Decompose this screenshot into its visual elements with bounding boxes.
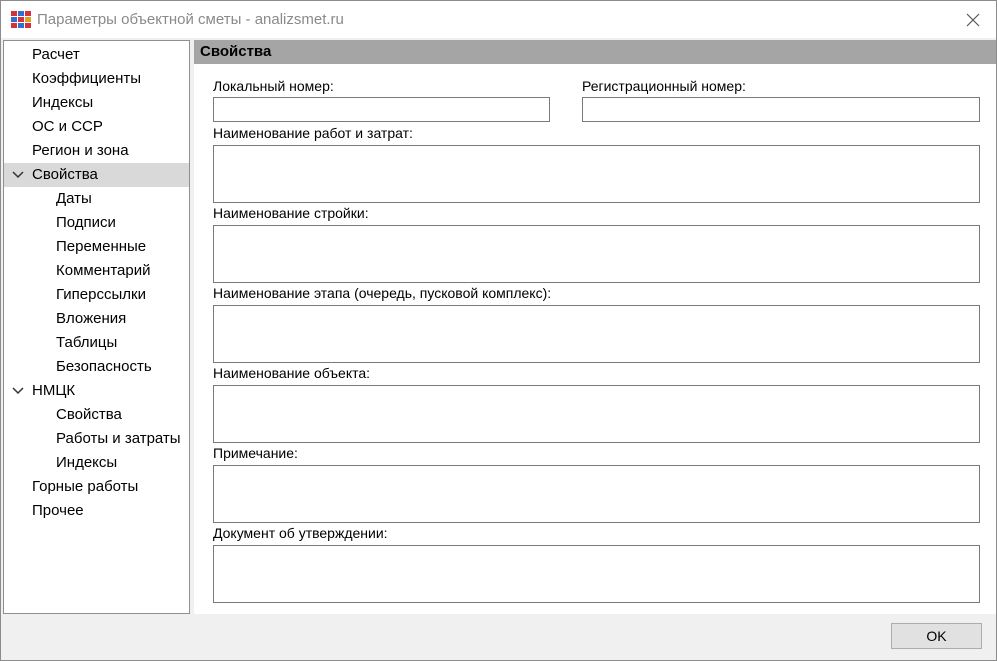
tree-item-label: Гиперссылки	[56, 286, 146, 303]
properties-panel: Свойства Локальный номер: Регистрационны…	[194, 40, 996, 614]
close-button[interactable]	[950, 1, 996, 38]
tree-item-comment[interactable]: Комментарий	[4, 259, 189, 283]
tree-item-label: Подписи	[56, 214, 116, 231]
tree-item-nmck-properties[interactable]: Свойства	[4, 403, 189, 427]
tree-item-signatures[interactable]: Подписи	[4, 211, 189, 235]
tree-item-label: Индексы	[56, 454, 118, 471]
tree-item-label: Даты	[56, 190, 92, 207]
tree-item-region-zone[interactable]: Регион и зона	[4, 139, 189, 163]
tree-item-label: Комментарий	[56, 262, 151, 279]
construction-name-label: Наименование стройки:	[213, 205, 369, 221]
title-bar[interactable]: Параметры объектной сметы - analizsmet.r…	[1, 1, 996, 38]
tree-item-label: Регион и зона	[32, 142, 129, 159]
chevron-down-icon[interactable]	[12, 170, 24, 180]
tree-item-label: Коэффициенты	[32, 70, 142, 87]
object-name-label: Наименование объекта:	[213, 365, 371, 381]
tree-item-properties[interactable]: Свойства	[4, 163, 189, 187]
tree-item-label: Горные работы	[32, 478, 139, 495]
tree-item-label: Работы и затраты	[56, 430, 181, 447]
tree-item-label: Индексы	[32, 94, 94, 111]
tree-item-label: Переменные	[56, 238, 147, 255]
note-field[interactable]	[213, 465, 980, 523]
tree-item-dates[interactable]: Даты	[4, 187, 189, 211]
note-label: Примечание:	[213, 445, 298, 461]
tree-item-nmck[interactable]: НМЦК	[4, 379, 189, 403]
tree-item-label: Расчет	[32, 46, 80, 63]
navigation-tree[interactable]: Расчет Коэффициенты Индексы ОС и ССР Рег…	[3, 40, 190, 614]
local-number-input[interactable]	[213, 97, 550, 122]
tree-item-label: Вложения	[56, 310, 127, 327]
tree-item-raschet[interactable]: Расчет	[4, 43, 189, 67]
panel-header: Свойства	[194, 40, 996, 64]
ok-button[interactable]: OK	[891, 623, 982, 649]
construction-name-field[interactable]	[213, 225, 980, 283]
tree-item-label: ОС и ССР	[32, 118, 103, 135]
work-name-field[interactable]	[213, 145, 980, 203]
tree-item-security[interactable]: Безопасность	[4, 355, 189, 379]
tree-item-mining[interactable]: Горные работы	[4, 475, 189, 499]
tree-item-hyperlinks[interactable]: Гиперссылки	[4, 283, 189, 307]
reg-number-input[interactable]	[582, 97, 980, 122]
work-name-label: Наименование работ и затрат:	[213, 125, 413, 141]
tree-item-label: Прочее	[32, 502, 84, 519]
panel-title: Свойства	[200, 43, 272, 60]
local-number-label: Локальный номер:	[213, 78, 334, 94]
tree-item-label: НМЦК	[32, 382, 76, 399]
stage-name-label: Наименование этапа (очередь, пусковой ко…	[213, 285, 552, 301]
tree-item-os-ssr[interactable]: ОС и ССР	[4, 115, 189, 139]
tree-item-variables[interactable]: Переменные	[4, 235, 189, 259]
approval-doc-field[interactable]	[213, 545, 980, 603]
app-icon	[11, 11, 31, 28]
object-name-field[interactable]	[213, 385, 980, 443]
tree-item-coefficients[interactable]: Коэффициенты	[4, 67, 189, 91]
tree-item-tables[interactable]: Таблицы	[4, 331, 189, 355]
approval-doc-label: Документ об утверждении:	[213, 525, 388, 541]
reg-number-label: Регистрационный номер:	[582, 78, 746, 94]
tree-item-attachments[interactable]: Вложения	[4, 307, 189, 331]
close-icon	[966, 13, 980, 26]
tree-item-label: Свойства	[56, 406, 122, 423]
dialog-window: Параметры объектной сметы - analizsmet.r…	[0, 0, 997, 661]
tree-item-other[interactable]: Прочее	[4, 499, 189, 523]
chevron-down-icon[interactable]	[12, 386, 24, 396]
tree-item-label: Безопасность	[56, 358, 152, 375]
tree-item-label: Таблицы	[56, 334, 118, 351]
stage-name-field[interactable]	[213, 305, 980, 363]
tree-item-label: Свойства	[32, 166, 98, 183]
tree-item-indexes[interactable]: Индексы	[4, 91, 189, 115]
dialog-footer	[1, 614, 996, 660]
tree-item-nmck-works[interactable]: Работы и затраты	[4, 427, 189, 451]
window-title: Параметры объектной сметы - analizsmet.r…	[37, 11, 344, 28]
tree-item-nmck-indexes[interactable]: Индексы	[4, 451, 189, 475]
